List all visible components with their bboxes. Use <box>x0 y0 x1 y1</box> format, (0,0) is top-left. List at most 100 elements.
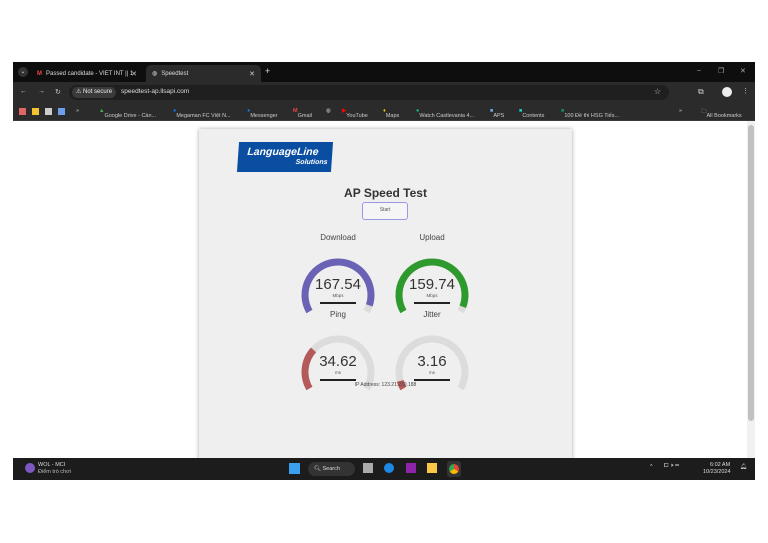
extensions-icon[interactable]: ⧉ <box>698 87 704 97</box>
bookmark-item[interactable]: ● Messenger <box>247 108 278 119</box>
security-label: Not secure <box>83 89 113 95</box>
bookmark-label: Messenger <box>250 113 278 119</box>
tab-speedtest[interactable]: ◍ Speedtest ✕ <box>146 65 261 82</box>
bookmark-item[interactable]: ■ 100 Đề thi HSG Tiếs... <box>561 108 619 119</box>
close-window-button[interactable]: ✕ <box>740 67 746 75</box>
gauge-title: Upload <box>419 233 445 242</box>
close-tab-icon[interactable]: ✕ <box>249 70 255 78</box>
gauge-unit: ms <box>335 370 341 375</box>
app-icon[interactable] <box>32 108 39 115</box>
start-button[interactable]: Start <box>362 202 408 220</box>
bookmark-item[interactable]: ▶ YouTube <box>342 108 368 119</box>
bookmark-label: Watch Castlevania 4... <box>419 113 475 119</box>
more-bookmarks-icon[interactable]: » <box>76 108 79 114</box>
gauge-title: Jitter <box>423 310 441 319</box>
tab-label: Speedtest <box>161 70 189 77</box>
new-tab-button[interactable]: + <box>265 66 270 76</box>
bookmark-item[interactable]: ● Watch Castlevania 4... <box>416 108 474 119</box>
page-content: LanguageLine Solutions AP Speed Test Sta… <box>13 121 755 458</box>
network-icon[interactable]: ⧠ 🕨 ▭ <box>664 463 679 470</box>
url-text: speedtest-ap.llsapi.com <box>121 88 190 95</box>
restore-button[interactable]: ❐ <box>718 67 724 75</box>
gmail-icon: M <box>37 70 42 77</box>
menu-icon[interactable]: ⋮ <box>742 87 749 95</box>
tab-bar: ⌄ M Passed candidate - VIET INT || 1 ✕ ◍… <box>13 62 755 82</box>
search-box[interactable]: 🔍︎ Search <box>308 462 355 476</box>
logo-text: LanguageLine <box>246 146 319 158</box>
chrome-icon <box>449 464 459 474</box>
bookmark-label: Contents <box>522 113 545 119</box>
address-bar[interactable]: ⚠ Not secure speedtest-ap.llsapi.com ☆ <box>69 85 669 100</box>
gauge-unit: Mbps <box>332 293 344 298</box>
chrome-taskbar-button[interactable] <box>447 461 461 477</box>
logo-subtext: Solutions <box>295 159 328 166</box>
tab-label: Passed candidate - VIET INT || 1 <box>46 70 134 77</box>
task-view-icon[interactable] <box>363 463 373 473</box>
gauge-value: 3.16 <box>417 353 447 370</box>
gauge-value: 167.54 <box>315 276 361 293</box>
bookmark-item[interactable]: ▲ Google Drive - Càn... <box>99 108 156 119</box>
bookmark-label: Maps <box>385 113 400 119</box>
bookmark-label: Google Drive - Càn... <box>104 113 157 119</box>
file-explorer-icon[interactable] <box>427 463 437 473</box>
app-icon[interactable] <box>406 463 416 473</box>
windows-start-icon[interactable] <box>289 463 300 474</box>
bookmark-item[interactable]: M Gmail <box>293 108 312 119</box>
minimize-button[interactable]: – <box>697 67 701 74</box>
gauge-underline <box>414 379 450 381</box>
tab-gmail[interactable]: M Passed candidate - VIET INT || 1 ✕ <box>31 65 143 82</box>
reload-icon[interactable]: ↻ <box>55 88 61 96</box>
bookmark-item[interactable]: ■ APS <box>490 108 504 119</box>
tray-chevron-icon[interactable]: ^ <box>650 464 653 470</box>
bookmark-star-icon[interactable]: ☆ <box>654 87 661 96</box>
app-icon[interactable] <box>58 108 65 115</box>
gauge-value: 159.74 <box>409 276 455 293</box>
bookmark-label: Megaman FC Việt N... <box>176 113 231 119</box>
gauge-value: 34.62 <box>319 353 357 370</box>
profile-avatar[interactable] <box>722 87 732 97</box>
bookmark-label: APS <box>493 113 505 119</box>
forward-icon[interactable]: → <box>38 88 45 95</box>
edge-icon[interactable] <box>384 463 394 473</box>
gauge-title: Download <box>320 233 356 242</box>
app-icon[interactable] <box>19 108 26 115</box>
clock-time[interactable]: 6:02 AM <box>710 462 730 468</box>
languageline-logo: LanguageLine Solutions <box>236 142 334 172</box>
globe-icon: ◍ <box>152 71 158 77</box>
app-icon[interactable] <box>45 108 52 115</box>
gauge-underline <box>414 302 450 304</box>
bookmark-item[interactable]: ● Megaman FC Việt N... <box>173 108 231 119</box>
notifications-icon[interactable]: 🔔︎ <box>740 464 747 470</box>
speedtest-card: LanguageLine Solutions AP Speed Test Sta… <box>199 129 572 458</box>
scrollbar[interactable] <box>747 121 755 458</box>
bookmark-globe-icon[interactable]: ◍ <box>326 108 331 114</box>
game-notification-icon[interactable] <box>25 463 35 473</box>
gauge-underline <box>320 379 356 381</box>
notification-subtitle: Điểm trò chơi <box>38 469 71 475</box>
browser-window: ⌄ M Passed candidate - VIET INT || 1 ✕ ◍… <box>13 62 755 480</box>
notification-title: WOL - MCI <box>38 462 66 468</box>
bookmark-item[interactable]: ■ Contents <box>519 108 544 119</box>
not-secure-chip[interactable]: ⚠ Not secure <box>72 87 117 98</box>
gauge-unit: Mbps <box>426 293 438 298</box>
close-tab-icon[interactable]: ✕ <box>131 70 137 78</box>
scrollbar-thumb[interactable] <box>748 125 754 421</box>
ip-address: IP Address: 123.21.230.188 <box>354 382 417 388</box>
bookmark-item[interactable]: ♦ Maps <box>383 108 399 119</box>
page-title: AP Speed Test <box>344 186 427 200</box>
bookmark-label: 100 Đề thi HSG Tiếs... <box>564 113 620 119</box>
search-label: Search <box>322 466 340 472</box>
bookmark-label: YouTube <box>346 113 368 119</box>
all-bookmarks[interactable]: 🗀 All Bookmarks <box>701 108 742 119</box>
taskbar: WOL - MCI Điểm trò chơi 🔍︎ Search ^ ⧠ 🕨 … <box>13 458 755 480</box>
tab-search-button[interactable]: ⌄ <box>18 67 28 77</box>
back-icon[interactable]: ← <box>20 88 27 95</box>
bookmarks-bar: » ▲ Google Drive - Càn... ● Megaman FC V… <box>13 103 755 121</box>
gauge-title: Ping <box>329 310 346 319</box>
gauge-underline <box>320 302 356 304</box>
more-bookmarks-icon[interactable]: » <box>679 108 682 114</box>
bookmark-label: Gmail <box>297 113 312 119</box>
all-bookmarks-label: All Bookmarks <box>706 113 742 119</box>
clock-date[interactable]: 10/23/2024 <box>703 469 731 475</box>
gauge-unit: ms <box>429 370 435 375</box>
